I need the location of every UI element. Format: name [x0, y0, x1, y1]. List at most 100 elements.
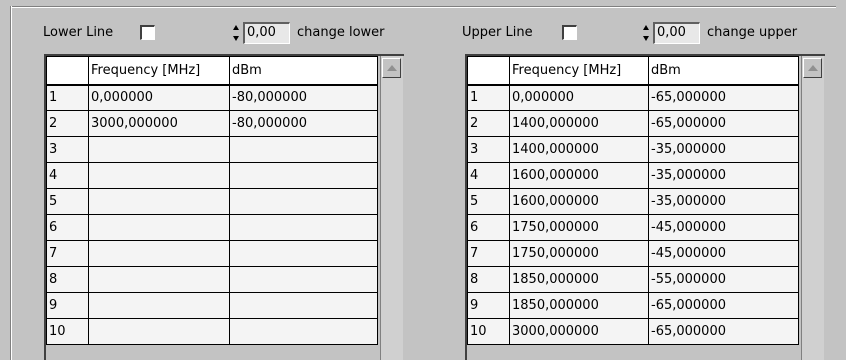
table-row: 3 — [46, 136, 378, 163]
row-index-cell: 4 — [46, 162, 89, 189]
dbm-cell[interactable] — [229, 188, 378, 215]
frequency-cell[interactable] — [88, 292, 230, 319]
upper-line-checkbox[interactable] — [562, 25, 577, 40]
dbm-cell[interactable]: -55,000000 — [648, 266, 799, 293]
table-row: 2 3000,000000 -80,000000 — [46, 110, 378, 137]
table-corner-cell — [467, 56, 510, 86]
row-index-cell: 1 — [467, 84, 510, 111]
row-index-cell: 1 — [46, 84, 89, 111]
table-row: 5 — [46, 188, 378, 215]
frequency-cell[interactable] — [88, 188, 230, 215]
row-index-cell: 8 — [46, 266, 89, 293]
dbm-cell[interactable] — [229, 214, 378, 241]
lower-limit-table[interactable]: Frequency [MHz] dBm 1 0,000000 -80,000000 2 30… — [44, 54, 404, 360]
upper-table-scrollbar[interactable] — [801, 56, 824, 360]
frequency-cell[interactable] — [88, 162, 230, 189]
row-index-cell: 6 — [467, 214, 510, 241]
dbm-cell[interactable] — [229, 292, 378, 319]
table-row: 7 — [46, 240, 378, 267]
dbm-cell[interactable]: -35,000000 — [648, 188, 799, 215]
frequency-cell[interactable]: 1400,000000 — [509, 136, 649, 163]
frequency-cell[interactable] — [88, 266, 230, 293]
row-index-cell: 10 — [467, 318, 510, 345]
dbm-cell[interactable] — [229, 240, 378, 267]
frequency-cell[interactable]: 1600,000000 — [509, 162, 649, 189]
row-index-cell: 3 — [467, 136, 510, 163]
scroll-up-icon[interactable] — [803, 58, 822, 78]
table-row: 6 — [46, 214, 378, 241]
frequency-cell[interactable] — [88, 318, 230, 345]
dbm-cell[interactable]: -65,000000 — [648, 110, 799, 137]
dbm-cell[interactable] — [229, 136, 378, 163]
frequency-cell[interactable]: 1850,000000 — [509, 266, 649, 293]
row-index-cell: 9 — [46, 292, 89, 319]
lower-table-scrollbar[interactable] — [380, 56, 403, 360]
spinner-up-icon[interactable] — [642, 23, 651, 33]
frequency-cell[interactable]: 1850,000000 — [509, 292, 649, 319]
upper-limit-table[interactable]: Frequency [MHz] dBm 1 0,000000 -65,000000 2 14… — [465, 54, 825, 360]
frequency-cell[interactable]: 0,000000 — [509, 84, 649, 111]
row-index-cell: 8 — [467, 266, 510, 293]
table-row: 8 1850,000000 -55,000000 — [467, 266, 799, 293]
spinner-down-icon[interactable] — [642, 34, 651, 44]
upper-line-panel: Upper Line 0,00 change upper Frequency [… — [420, 0, 846, 360]
dbm-cell[interactable] — [229, 318, 378, 345]
spinner-up-icon[interactable] — [232, 23, 241, 33]
frequency-cell[interactable]: 1400,000000 — [509, 110, 649, 137]
table-row: 10 — [46, 318, 378, 345]
change-upper-label: change upper — [707, 25, 798, 40]
frequency-cell[interactable]: 1750,000000 — [509, 240, 649, 267]
frequency-cell[interactable] — [88, 240, 230, 267]
table-row: 6 1750,000000 -45,000000 — [467, 214, 799, 241]
frequency-cell[interactable]: 3000,000000 — [88, 110, 230, 137]
table-row: 10 3000,000000 -65,000000 — [467, 318, 799, 345]
lower-value-input[interactable]: 0,00 — [243, 22, 290, 44]
frequency-cell[interactable]: 0,000000 — [88, 84, 230, 111]
dbm-cell[interactable]: -80,000000 — [229, 110, 378, 137]
frequency-cell[interactable] — [88, 214, 230, 241]
table-corner-cell — [46, 56, 89, 86]
lower-line-panel: Lower Line 0,00 change lower Frequency [… — [0, 0, 420, 360]
dbm-cell[interactable]: -80,000000 — [229, 84, 378, 111]
frequency-cell[interactable] — [88, 136, 230, 163]
frequency-cell[interactable]: 1600,000000 — [509, 188, 649, 215]
row-index-cell: 7 — [46, 240, 89, 267]
scroll-up-icon[interactable] — [382, 58, 401, 78]
dbm-column-header: dBm — [229, 56, 378, 86]
dbm-cell[interactable]: -45,000000 — [648, 214, 799, 241]
row-index-cell: 6 — [46, 214, 89, 241]
frequency-column-header: Frequency [MHz] — [509, 56, 649, 86]
table-row: 1 0,000000 -80,000000 — [46, 84, 378, 111]
table-row: 8 — [46, 266, 378, 293]
table-row: 4 — [46, 162, 378, 189]
table-row: 2 1400,000000 -65,000000 — [467, 110, 799, 137]
dbm-cell[interactable]: -45,000000 — [648, 240, 799, 267]
row-index-cell: 2 — [467, 110, 510, 137]
dbm-column-header: dBm — [648, 56, 799, 86]
row-index-cell: 4 — [467, 162, 510, 189]
row-index-cell: 3 — [46, 136, 89, 163]
dbm-cell[interactable]: -65,000000 — [648, 318, 799, 345]
lower-value-spinner[interactable] — [232, 23, 241, 44]
table-header-row: Frequency [MHz] dBm — [46, 56, 378, 86]
spinner-down-icon[interactable] — [232, 34, 241, 44]
dbm-cell[interactable]: -65,000000 — [648, 84, 799, 111]
upper-value-input[interactable]: 0,00 — [653, 22, 700, 44]
row-index-cell: 5 — [467, 188, 510, 215]
upper-line-label: Upper Line — [462, 25, 533, 40]
frequency-cell[interactable]: 3000,000000 — [509, 318, 649, 345]
dbm-cell[interactable]: -65,000000 — [648, 292, 799, 319]
table-row: 5 1600,000000 -35,000000 — [467, 188, 799, 215]
table-row: 9 1850,000000 -65,000000 — [467, 292, 799, 319]
table-row: 7 1750,000000 -45,000000 — [467, 240, 799, 267]
dbm-cell[interactable] — [229, 266, 378, 293]
dbm-cell[interactable]: -35,000000 — [648, 162, 799, 189]
table-row: 4 1600,000000 -35,000000 — [467, 162, 799, 189]
lower-line-checkbox[interactable] — [140, 25, 155, 40]
upper-value-spinner[interactable] — [642, 23, 651, 44]
dbm-cell[interactable] — [229, 162, 378, 189]
row-index-cell: 7 — [467, 240, 510, 267]
dbm-cell[interactable]: -35,000000 — [648, 136, 799, 163]
upper-table-grid: Frequency [MHz] dBm 1 0,000000 -65,000000 2 14… — [467, 56, 799, 345]
frequency-cell[interactable]: 1750,000000 — [509, 214, 649, 241]
